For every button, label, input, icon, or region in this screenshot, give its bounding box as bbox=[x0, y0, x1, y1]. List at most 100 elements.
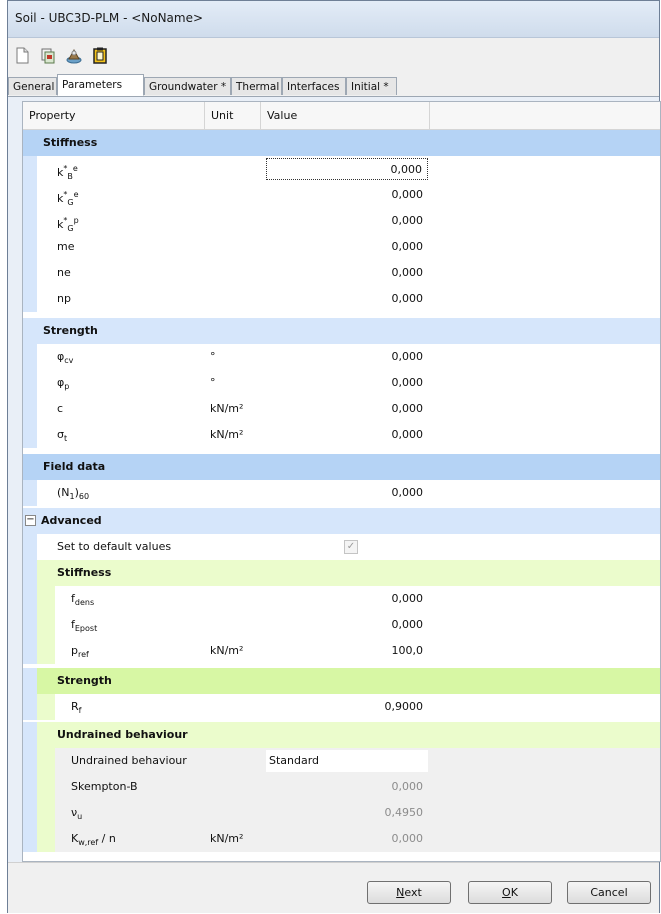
header-unit[interactable]: Unit bbox=[205, 102, 261, 129]
dialog-footer: Next OK Cancel bbox=[8, 862, 659, 913]
value-field[interactable]: 0,000 bbox=[266, 424, 428, 446]
unit-label: ° bbox=[210, 350, 216, 363]
param-row[interactable]: fdens 0,000 bbox=[23, 586, 660, 612]
param-kge: k*Ge bbox=[57, 190, 79, 207]
group-strength: Strength bbox=[23, 318, 660, 344]
group-title: Strength bbox=[57, 674, 112, 687]
subgroup-stiffness: Stiffness bbox=[23, 560, 660, 586]
param-row[interactable]: Rf 0,9000 bbox=[23, 694, 660, 720]
param-row[interactable]: φcv ° 0,000 bbox=[23, 344, 660, 370]
param-kbe: k*Be bbox=[57, 164, 78, 181]
value-field[interactable]: 0,000 bbox=[266, 236, 428, 258]
value-field[interactable]: 0,000 bbox=[266, 614, 428, 636]
value-field[interactable]: 0,000 bbox=[266, 158, 428, 180]
param-row[interactable]: c kN/m² 0,000 bbox=[23, 396, 660, 422]
group-title: Strength bbox=[43, 324, 98, 337]
param-row[interactable]: fEpost 0,000 bbox=[23, 612, 660, 638]
tab-initial[interactable]: Initial * bbox=[346, 77, 397, 95]
value-field[interactable]: 0,000 bbox=[266, 262, 428, 284]
param-phi-cv: φcv bbox=[57, 350, 74, 365]
header-value[interactable]: Value bbox=[261, 102, 430, 129]
param-row[interactable]: pref kN/m² 100,0 bbox=[23, 638, 660, 664]
unit-label: kN/m² bbox=[210, 832, 244, 845]
subgroup-strength: Strength bbox=[23, 668, 660, 694]
collapse-icon[interactable]: − bbox=[25, 515, 36, 526]
param-row[interactable]: k*Gp 0,000 bbox=[23, 208, 660, 234]
param-p-ref: pref bbox=[71, 644, 89, 659]
property-grid: Property Unit Value Stiffness k*Be 0,000… bbox=[22, 101, 661, 862]
param-f-epost: fEpost bbox=[71, 618, 98, 633]
value-field[interactable]: 0,000 bbox=[266, 372, 428, 394]
default-values-label: Set to default values bbox=[57, 540, 172, 553]
param-skempton-b: Skempton-B bbox=[71, 780, 138, 793]
value-field: 0,000 bbox=[391, 780, 424, 793]
unit-label: ° bbox=[210, 376, 216, 389]
param-f-dens: fdens bbox=[71, 592, 95, 607]
grid-header: Property Unit Value bbox=[23, 102, 660, 130]
title-bar: Soil - UBC3D-PLM - <NoName> bbox=[8, 1, 659, 38]
param-row[interactable]: (N1)60 0,000 bbox=[23, 480, 660, 506]
group-title: Field data bbox=[43, 460, 106, 473]
value-field[interactable]: 0,000 bbox=[266, 398, 428, 420]
group-title: Stiffness bbox=[57, 566, 112, 579]
param-kw-ref: Kw,ref / n bbox=[71, 832, 116, 847]
tab-groundwater[interactable]: Groundwater * bbox=[144, 77, 231, 95]
param-row[interactable]: Set to default values ✓ bbox=[23, 534, 660, 560]
tab-bar: General Parameters Groundwater * Thermal… bbox=[8, 72, 659, 97]
param-row[interactable]: Undrained behaviour Standard bbox=[23, 748, 660, 774]
param-kgp: k*Gp bbox=[57, 216, 79, 233]
value-field[interactable]: 0,000 bbox=[266, 346, 428, 368]
param-c: c bbox=[57, 402, 64, 415]
clipboard-icon[interactable] bbox=[92, 47, 108, 64]
param-nu-u: νu bbox=[71, 806, 83, 821]
param-np: np bbox=[57, 292, 71, 305]
param-n160: (N1)60 bbox=[57, 486, 90, 501]
param-row[interactable]: np 0,000 bbox=[23, 286, 660, 312]
database-icon[interactable] bbox=[66, 47, 82, 64]
undrained-behaviour-select[interactable]: Standard bbox=[266, 750, 428, 772]
subgroup-undrained: Undrained behaviour bbox=[23, 722, 660, 748]
param-row[interactable]: me 0,000 bbox=[23, 234, 660, 260]
cancel-button[interactable]: Cancel bbox=[567, 881, 651, 904]
ok-button[interactable]: OK bbox=[468, 881, 552, 904]
value-field[interactable]: 0,000 bbox=[266, 588, 428, 610]
value-field[interactable]: 0,000 bbox=[266, 482, 428, 504]
soil-dialog: Soil - UBC3D-PLM - <NoName> General Para… bbox=[7, 0, 661, 913]
value-field: 0,000 bbox=[391, 832, 424, 845]
new-document-icon[interactable] bbox=[14, 47, 30, 64]
param-row: νu 0,4950 bbox=[23, 800, 660, 826]
param-undrained-behaviour: Undrained behaviour bbox=[71, 754, 187, 767]
group-stiffness: Stiffness bbox=[23, 130, 660, 156]
group-title: Undrained behaviour bbox=[57, 728, 188, 741]
window-title: Soil - UBC3D-PLM - <NoName> bbox=[15, 11, 204, 25]
default-values-checkbox[interactable]: ✓ bbox=[344, 540, 358, 554]
value-field[interactable]: 0,000 bbox=[266, 210, 428, 232]
copy-icon[interactable] bbox=[40, 47, 56, 64]
group-advanced[interactable]: − Advanced bbox=[23, 508, 660, 534]
tab-parameters[interactable]: Parameters bbox=[57, 74, 144, 96]
param-r-f: Rf bbox=[71, 700, 82, 715]
tab-thermal[interactable]: Thermal bbox=[231, 77, 282, 95]
tab-general[interactable]: General bbox=[8, 77, 57, 95]
param-row[interactable]: k*Ge 0,000 bbox=[23, 182, 660, 208]
value-field: 0,4950 bbox=[384, 806, 424, 819]
group-title: Advanced bbox=[41, 514, 102, 527]
tab-interfaces[interactable]: Interfaces bbox=[282, 77, 346, 95]
value-field[interactable]: 0,000 bbox=[266, 184, 428, 206]
param-row[interactable]: k*Be 0,000 bbox=[23, 156, 660, 182]
param-row[interactable]: σt kN/m² 0,000 bbox=[23, 422, 660, 448]
group-field-data: Field data bbox=[23, 454, 660, 480]
value-field[interactable]: 0,9000 bbox=[266, 696, 428, 718]
next-button[interactable]: Next bbox=[367, 881, 451, 904]
group-title: Stiffness bbox=[43, 136, 98, 149]
param-ne: ne bbox=[57, 266, 71, 279]
param-sigma-t: σt bbox=[57, 428, 68, 443]
header-property[interactable]: Property bbox=[23, 102, 205, 129]
unit-label: kN/m² bbox=[210, 644, 244, 657]
unit-label: kN/m² bbox=[210, 428, 244, 441]
value-field[interactable]: 100,0 bbox=[266, 640, 428, 662]
param-row[interactable]: ne 0,000 bbox=[23, 260, 660, 286]
param-row: Kw,ref / n kN/m² 0,000 bbox=[23, 826, 660, 852]
param-row[interactable]: φp ° 0,000 bbox=[23, 370, 660, 396]
value-field[interactable]: 0,000 bbox=[266, 288, 428, 310]
